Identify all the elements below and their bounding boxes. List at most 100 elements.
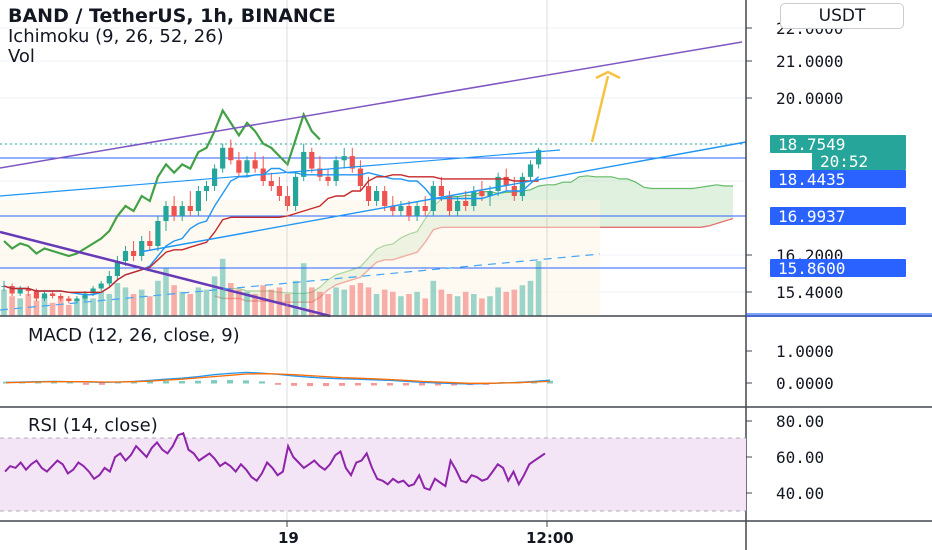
- candle-body: [519, 176, 525, 196]
- indicator-label-macd: MACD (12, 26, close, 9): [28, 325, 240, 346]
- volume-bar: [519, 285, 526, 316]
- candle-body: [74, 298, 80, 301]
- macd-histogram-bar: [211, 380, 217, 384]
- volume-bar: [66, 305, 72, 316]
- macd-histogram-bar: [371, 383, 377, 386]
- rsi-tick-label: 60.00: [776, 448, 824, 467]
- rsi-tick-label: 80.00: [776, 412, 824, 431]
- candle-body: [179, 206, 185, 216]
- candle-body: [341, 156, 347, 161]
- volume-bar: [17, 298, 23, 316]
- indicator-label-rsi: RSI (14, close): [28, 415, 158, 436]
- candle-body: [139, 241, 145, 256]
- volume-bar: [471, 294, 477, 316]
- macd-histogram-bar: [195, 380, 201, 384]
- volume-bar: [211, 276, 218, 316]
- volume-bar: [446, 294, 453, 316]
- macd-tick-label: 0.0000: [776, 374, 834, 393]
- indicator-label-volume: Vol: [8, 46, 35, 67]
- candle-body: [527, 164, 534, 177]
- candle-body: [195, 191, 201, 211]
- volume-bar: [381, 289, 388, 316]
- candle-body: [438, 186, 444, 196]
- candle-body: [325, 176, 331, 181]
- macd-histogram-bar: [355, 383, 361, 386]
- candle-body: [333, 160, 339, 181]
- price-tag: 20:52: [812, 152, 906, 171]
- candle-body: [244, 160, 250, 173]
- volume-bar: [325, 294, 331, 316]
- volume-bar: [49, 302, 56, 316]
- volume-bar: [390, 291, 396, 316]
- cloud-shade: [0, 200, 600, 315]
- candle-body: [17, 288, 23, 294]
- macd-histogram-bar: [163, 381, 169, 384]
- candle-body: [122, 251, 129, 261]
- volume-bar: [155, 280, 161, 316]
- volume-bar: [33, 300, 40, 316]
- macd-histogram-bar: [179, 381, 185, 384]
- macd-axis-ticks: 1.0000 0.0000: [746, 342, 834, 393]
- candle-body: [9, 286, 15, 294]
- candle-body: [41, 293, 48, 299]
- price-tick-label: 15.4000: [776, 283, 843, 302]
- candle-body: [422, 206, 428, 211]
- svg-text:15.8600: 15.8600: [778, 259, 845, 278]
- svg-text:16.9937: 16.9937: [778, 207, 845, 226]
- macd-histogram-bar: [323, 383, 329, 387]
- candle-body: [163, 206, 169, 221]
- candle-body: [357, 168, 363, 186]
- price-tag: 16.9937: [770, 207, 906, 226]
- candle-body: [236, 160, 242, 173]
- macd-histogram-bar: [243, 380, 249, 384]
- macd-histogram-bar: [291, 383, 297, 386]
- candle-body: [382, 191, 388, 206]
- svg-text:20:52: 20:52: [820, 152, 868, 171]
- chart-canvas: BAND / TetherUS, 1h, BINANCE Ichimoku (9…: [0, 0, 932, 550]
- macd-histogram-bar: [403, 383, 409, 386]
- volume-bar: [106, 294, 113, 316]
- volume-bar: [414, 291, 420, 316]
- volume-bar: [203, 289, 210, 316]
- candle-body: [106, 276, 112, 284]
- candle-body: [228, 147, 234, 161]
- candle-body: [276, 186, 282, 196]
- volume-bar: [1, 289, 7, 316]
- volume-bar: [357, 283, 364, 316]
- volume-bar: [398, 296, 404, 316]
- volume-bar: [341, 289, 347, 316]
- macd-histogram-bar: [339, 383, 345, 386]
- currency-button[interactable]: USDT: [780, 3, 904, 29]
- price-tick-label: 21.0000: [776, 52, 843, 71]
- candle-body: [455, 201, 461, 211]
- candle-body: [309, 151, 315, 169]
- indicator-label-ichimoku: Ichimoku (9, 26, 52, 26): [8, 26, 224, 47]
- volume-bar: [25, 294, 32, 316]
- candle-body: [58, 296, 64, 299]
- volume-bar: [138, 289, 145, 316]
- candle-body: [284, 196, 291, 206]
- macd-histogram-bar: [419, 383, 425, 386]
- candle-body: [66, 298, 72, 301]
- volume-bar: [373, 294, 380, 316]
- volume-bar: [422, 298, 428, 316]
- candle-body: [479, 191, 485, 196]
- macd-histogram-bar: [227, 380, 233, 384]
- volume-bar: [438, 289, 445, 316]
- volume-bar: [479, 298, 485, 316]
- candle-body: [171, 206, 177, 216]
- candle-body: [33, 291, 39, 299]
- candle-body: [220, 147, 226, 169]
- volume-bar: [98, 291, 104, 316]
- volume-bar: [57, 298, 64, 316]
- volume-bar: [503, 291, 509, 316]
- candle-body: [268, 181, 274, 186]
- candle-body: [365, 186, 372, 201]
- candle-body: [50, 293, 56, 296]
- macd-histogram-bar: [275, 383, 281, 385]
- volume-bar: [495, 287, 501, 316]
- candle-body: [212, 168, 218, 186]
- price-tag: 15.8600: [770, 259, 906, 278]
- volume-bar: [9, 296, 15, 316]
- projection-arrow: [590, 70, 621, 143]
